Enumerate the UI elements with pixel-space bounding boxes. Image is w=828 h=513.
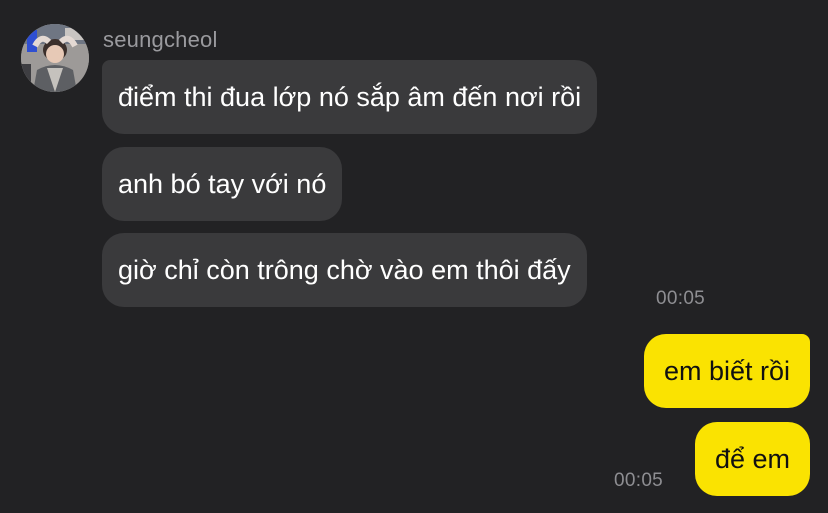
avatar-photo-icon	[21, 24, 89, 92]
incoming-message-time: 00:05	[656, 288, 706, 309]
message-text: để em	[714, 443, 790, 474]
outgoing-message-bubble[interactable]: em biết rồi	[643, 334, 810, 408]
message-text: em biết rồi	[663, 355, 790, 386]
outgoing-message-bubble[interactable]: để em	[694, 422, 810, 496]
incoming-message-bubble[interactable]: anh bó tay với nó	[102, 147, 343, 221]
sender-avatar[interactable]	[21, 24, 89, 92]
message-text: anh bó tay với nó	[118, 168, 327, 199]
message-text: giờ chỉ còn trông chờ vào em thôi đấy	[118, 254, 571, 285]
outgoing-message-time: 00:05	[614, 470, 664, 491]
incoming-message-bubble[interactable]: điểm thi đua lớp nó sắp âm đến nơi rồi	[102, 60, 598, 134]
message-text: điểm thi đua lớp nó sắp âm đến nơi rồi	[118, 81, 582, 112]
incoming-message-bubble[interactable]: giờ chỉ còn trông chờ vào em thôi đấy	[102, 233, 587, 307]
sender-name: seungcheol	[103, 27, 218, 52]
